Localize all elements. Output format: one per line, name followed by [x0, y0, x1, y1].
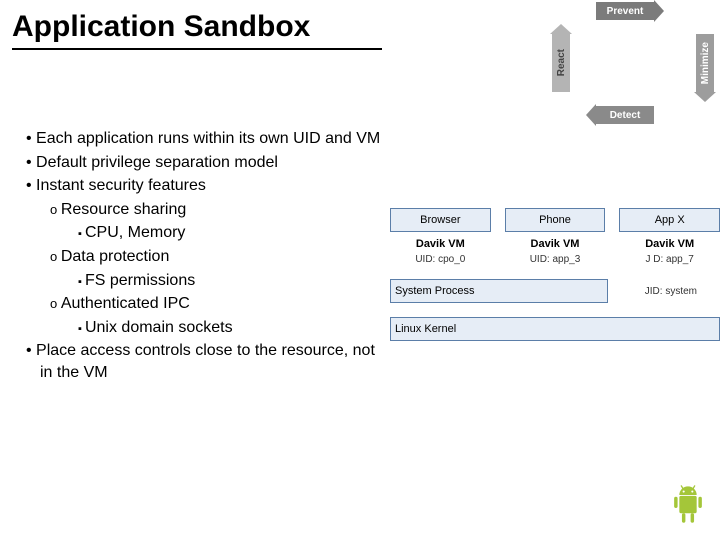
- app-box: Browser: [390, 208, 491, 232]
- list-item: Place access controls close to the resou…: [22, 340, 382, 383]
- list-item: Data protection: [22, 246, 382, 268]
- vm-label: Davik VM: [390, 238, 491, 250]
- cycle-minimize: Minimize: [696, 34, 714, 92]
- system-uid-label: JID: system: [622, 286, 720, 297]
- list-item: Authenticated IPC: [22, 293, 382, 315]
- vm-label: Davik VM: [619, 238, 720, 250]
- app-column: App X Davik VM J D: app_7: [619, 208, 720, 265]
- list-item: Each application runs within its own UID…: [22, 128, 382, 150]
- app-column: Phone Davik VM UID: app_3: [505, 208, 606, 265]
- uid-label: UID: app_3: [505, 254, 606, 265]
- architecture-diagram: Browser Davik VM UID: cpo_0 Phone Davik …: [390, 208, 720, 341]
- list-item: Default privilege separation model: [22, 152, 382, 174]
- cycle-prevent: Prevent: [596, 2, 654, 20]
- list-item: Instant security features: [22, 175, 382, 197]
- cycle-react: React: [552, 34, 570, 92]
- android-logo-icon: [666, 482, 710, 534]
- kernel-box: Linux Kernel: [390, 317, 720, 341]
- list-item: Resource sharing: [22, 199, 382, 221]
- cycle-detect: Detect: [596, 106, 654, 124]
- vm-label: Davik VM: [505, 238, 606, 250]
- app-column: Browser Davik VM UID: cpo_0: [390, 208, 491, 265]
- uid-label: J D: app_7: [619, 254, 720, 265]
- system-process-box: System Process: [390, 279, 608, 303]
- app-box: Phone: [505, 208, 606, 232]
- cycle-diagram: Prevent Minimize Detect React: [534, 2, 714, 132]
- list-item: FS permissions: [22, 270, 382, 292]
- list-item: Unix domain sockets: [22, 317, 382, 339]
- list-item: CPU, Memory: [22, 222, 382, 244]
- bullet-list: Each application runs within its own UID…: [22, 128, 382, 386]
- app-box: App X: [619, 208, 720, 232]
- uid-label: UID: cpo_0: [390, 254, 491, 265]
- slide-title: Application Sandbox: [12, 10, 382, 50]
